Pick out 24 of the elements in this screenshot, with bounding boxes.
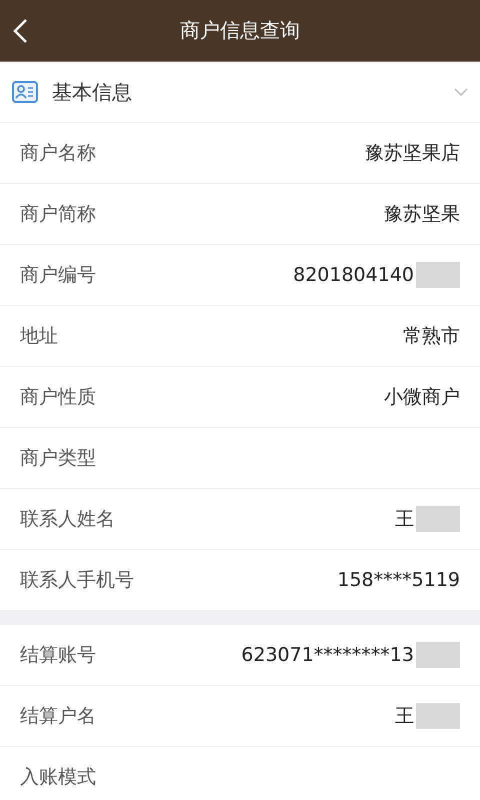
id-card-icon — [12, 81, 38, 103]
field-label: 商户编号 — [20, 263, 96, 288]
field-label: 联系人姓名 — [20, 507, 115, 532]
back-icon[interactable] — [12, 18, 28, 44]
field-label: 商户性质 — [20, 385, 96, 410]
field-value: 8201804140 — [293, 262, 460, 288]
field-label: 联系人手机号 — [20, 568, 134, 593]
field-value: 王 — [395, 506, 460, 532]
field-label: 结算账号 — [20, 643, 96, 668]
field-label: 入账模式 — [20, 765, 96, 790]
section-title: 基本信息 — [52, 78, 133, 106]
field-label: 结算户名 — [20, 704, 96, 729]
field-label: 商户名称 — [20, 141, 96, 166]
field-label: 商户简称 — [20, 202, 96, 227]
field-value: 623071********13 — [241, 642, 460, 668]
field-value: 豫苏坚果店 — [365, 141, 460, 166]
page-title: 商户信息查询 — [180, 17, 300, 44]
field-value: 小微商户 — [384, 385, 460, 410]
field-value: 常熟市 — [403, 324, 460, 349]
field-value: 豫苏坚果 — [384, 202, 460, 227]
field-value: 王 — [395, 703, 460, 729]
field-label: 商户类型 — [20, 446, 96, 471]
field-value: 158****5119 — [337, 569, 460, 591]
field-label: 地址 — [20, 324, 58, 349]
